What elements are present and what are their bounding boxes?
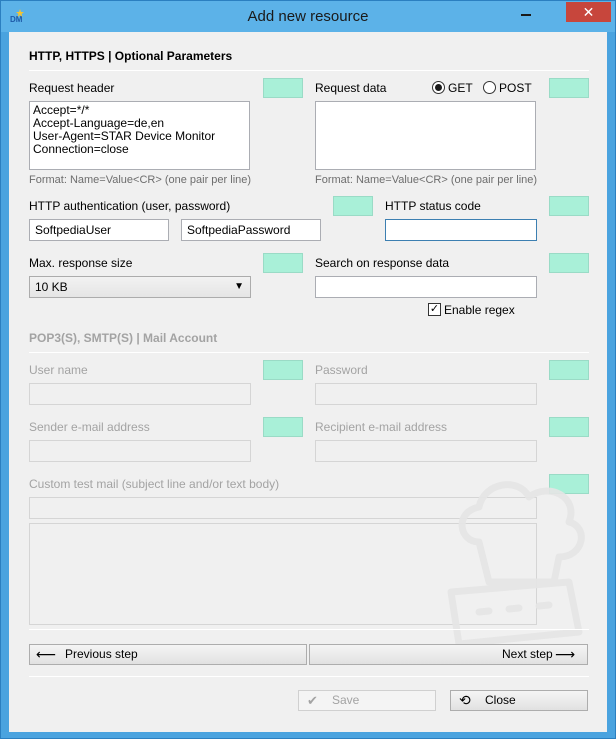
sender-email-color-swatch[interactable]: [263, 417, 303, 437]
user-name-color-swatch[interactable]: [263, 360, 303, 380]
request-header-color-swatch[interactable]: [263, 78, 303, 98]
user-name-input[interactable]: [29, 383, 251, 405]
max-response-select[interactable]: 10 KB ▼: [29, 276, 251, 298]
max-response-selected-value: 10 KB: [35, 280, 68, 294]
nav-divider-top: [29, 629, 589, 630]
save-button[interactable]: ✔ Save: [298, 690, 436, 711]
post-radio[interactable]: [483, 81, 496, 94]
arrow-left-icon: ⟵: [36, 646, 57, 662]
undo-arrow-icon: ⟲: [459, 692, 471, 708]
status-code-label: HTTP status code: [385, 199, 481, 213]
http-auth-color-swatch[interactable]: [333, 196, 373, 216]
sender-email-input[interactable]: [29, 440, 251, 462]
mail-section-title: POP3(S), SMTP(S) | Mail Account: [29, 331, 218, 345]
nav-divider-bottom: [29, 676, 589, 677]
max-response-color-swatch[interactable]: [263, 253, 303, 273]
http-auth-label: HTTP authentication (user, password): [29, 199, 231, 213]
recipient-email-label: Recipient e-mail address: [315, 420, 448, 434]
enable-regex-label[interactable]: Enable regex: [444, 303, 515, 317]
max-response-label: Max. response size: [29, 256, 133, 270]
arrow-right-icon: ⟶: [555, 646, 576, 662]
next-step-label: Next step: [502, 647, 553, 661]
close-button[interactable]: ⟲ Close: [450, 690, 588, 711]
chef-hat-watermark-icon: [447, 481, 585, 648]
save-label: Save: [332, 693, 360, 707]
http-section-divider: [29, 70, 589, 71]
get-radio-label[interactable]: GET: [448, 81, 473, 95]
search-response-color-swatch[interactable]: [549, 253, 589, 273]
recipient-email-input[interactable]: [315, 440, 537, 462]
custom-mail-label: Custom test mail (subject line and/or te…: [29, 477, 280, 491]
dialog-window: DM Add new resource ✕ HTTP, HTTPS | Opti…: [0, 0, 616, 739]
close-window-button[interactable]: ✕: [566, 2, 611, 22]
mail-section-divider: [29, 352, 589, 353]
http-section-title: HTTP, HTTPS | Optional Parameters: [29, 49, 233, 63]
password-color-swatch[interactable]: [549, 360, 589, 380]
request-data-hint: Format: Name=Value<CR> (one pair per lin…: [315, 174, 538, 186]
post-radio-label[interactable]: POST: [499, 81, 532, 95]
checkmark-icon: ✔: [307, 693, 318, 708]
request-data-label: Request data: [315, 81, 387, 95]
user-name-label: User name: [29, 363, 88, 377]
get-radio[interactable]: [432, 81, 445, 94]
search-response-label: Search on response data: [315, 256, 450, 270]
request-header-label: Request header: [29, 81, 115, 95]
minimize-button[interactable]: [513, 2, 539, 22]
request-data-color-swatch[interactable]: [549, 78, 589, 98]
status-code-color-swatch[interactable]: [549, 196, 589, 216]
auth-user-input[interactable]: SoftpediaUser: [29, 219, 169, 241]
password-label: Password: [315, 363, 368, 377]
request-header-hint: Format: Name=Value<CR> (one pair per lin…: [29, 174, 252, 186]
next-step-button[interactable]: Next step ⟶: [309, 644, 588, 665]
previous-step-label: Previous step: [65, 647, 138, 661]
close-label: Close: [485, 693, 516, 707]
auth-password-input[interactable]: SoftpediaPassword: [181, 219, 321, 241]
title-bar[interactable]: DM Add new resource ✕: [1, 1, 615, 32]
status-code-input[interactable]: [385, 219, 537, 241]
search-response-input[interactable]: [315, 276, 537, 298]
password-input[interactable]: [315, 383, 537, 405]
request-data-textarea[interactable]: [315, 101, 536, 170]
chevron-down-icon: ▼: [234, 281, 244, 292]
request-header-textarea[interactable]: Accept=*/* Accept-Language=de,en User-Ag…: [29, 101, 250, 170]
recipient-email-color-swatch[interactable]: [549, 417, 589, 437]
enable-regex-checkbox[interactable]: ✓: [428, 303, 441, 316]
previous-step-button[interactable]: ⟵ Previous step: [29, 644, 307, 665]
dialog-body: HTTP, HTTPS | Optional Parameters Reques…: [9, 32, 607, 732]
sender-email-label: Sender e-mail address: [29, 420, 150, 434]
